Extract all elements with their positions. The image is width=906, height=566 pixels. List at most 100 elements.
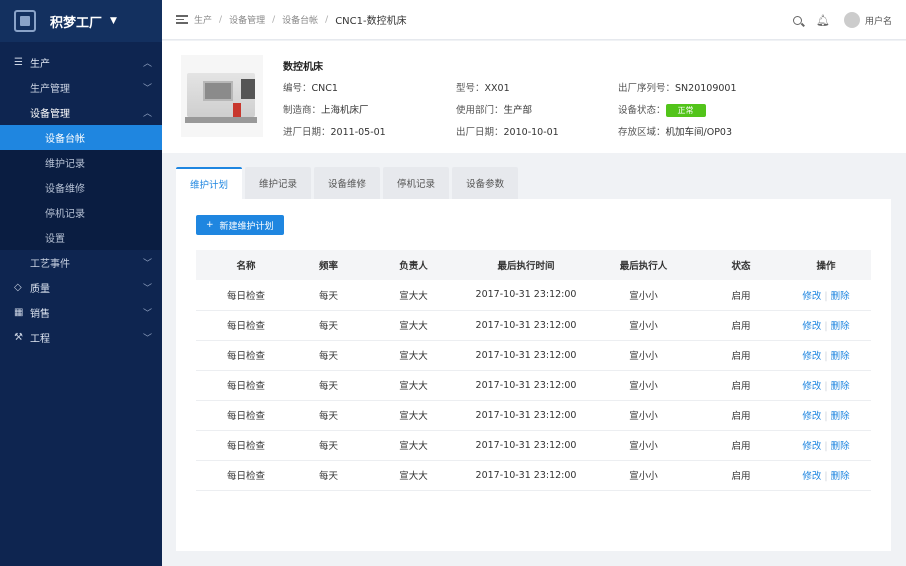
sidebar-sub-production-mgmt[interactable]: 生产管理 ﹀: [0, 75, 162, 100]
brand[interactable]: 积梦工厂 ▼: [0, 0, 162, 42]
edit-link[interactable]: 修改: [802, 351, 821, 362]
action-divider: |: [824, 351, 828, 362]
tab-maint-plan[interactable]: 维护计划: [176, 167, 243, 199]
sidebar-group-quality[interactable]: ◇ 质量 ﹀: [0, 275, 162, 300]
edit-link[interactable]: 修改: [802, 381, 821, 392]
breadcrumb-item[interactable]: 生产: [194, 13, 212, 26]
sidebar-group-label: 销售: [30, 309, 50, 320]
actions-cell: 修改 | 删除: [781, 430, 871, 461]
edit-link[interactable]: 修改: [802, 471, 821, 482]
tab-repair[interactable]: 设备维修: [314, 167, 381, 199]
tab-downtime[interactable]: 停机记录: [383, 167, 450, 199]
col-header: 最后执行时间: [466, 250, 586, 280]
actions-cell: 修改 | 删除: [781, 280, 871, 311]
sidebar-group-production[interactable]: ☰ 生产 ︿: [0, 50, 162, 75]
delete-link[interactable]: 删除: [831, 351, 850, 362]
table-row: 每日检查 每天 宣大大 2017-10-31 23:12:00 宣小小 启用 修改 | 删除: [196, 340, 871, 371]
username: 用户名: [864, 16, 892, 27]
delete-link[interactable]: 删除: [831, 411, 850, 422]
sidebar-item-repair[interactable]: 设备维修: [0, 175, 162, 200]
col-header: 最后执行人: [586, 250, 701, 280]
sidebar-group-engineering[interactable]: ⚒ 工程 ﹀: [0, 325, 162, 350]
actions-cell: 修改 | 删除: [781, 370, 871, 401]
table-cell: 宣大大: [361, 370, 466, 401]
breadcrumb-separator: /: [219, 14, 223, 25]
field-dept: 使用部门：生产部: [456, 102, 532, 116]
table-cell: 每天: [296, 280, 361, 311]
breadcrumb-item[interactable]: 设备台帐: [282, 13, 318, 26]
table-cell: 每天: [296, 430, 361, 461]
table-row: 每日检查 每天 宣大大 2017-10-31 23:12:00 宣小小 启用 修改 | 删除: [196, 430, 871, 461]
sidebar-sub-label: 生产管理: [30, 84, 70, 95]
table-cell: 宣小小: [586, 280, 701, 311]
sidebar-sub-label: 工艺事件: [30, 259, 70, 270]
plus-icon: +: [206, 220, 214, 230]
field-area: 存放区域：机加车间/OP03: [618, 124, 732, 138]
table-cell: 每天: [296, 400, 361, 431]
menu-toggle-icon[interactable]: [176, 13, 188, 26]
delete-link[interactable]: 删除: [831, 441, 850, 452]
tab-params[interactable]: 设备参数: [452, 167, 519, 199]
brand-name: 积梦工厂: [50, 15, 103, 31]
edit-link[interactable]: 修改: [802, 321, 821, 332]
col-header: 状态: [701, 250, 781, 280]
sidebar: 积梦工厂 ▼ ☰ 生产 ︿ 生产管理 ﹀ 设备管理 ︿ 设备台帐 维护记录 设备…: [0, 0, 162, 566]
caret-down-icon: ▼: [110, 16, 117, 26]
actions-cell: 修改 | 删除: [781, 340, 871, 371]
edit-link[interactable]: 修改: [802, 441, 821, 452]
user-menu[interactable]: 用户名: [843, 12, 892, 28]
table-cell: 每天: [296, 460, 361, 491]
sidebar-menu: ☰ 生产 ︿ 生产管理 ﹀ 设备管理 ︿ 设备台帐 维护记录 设备维修 停机记录…: [0, 42, 162, 350]
sidebar-item-ledger[interactable]: 设备台帐: [0, 125, 162, 150]
machine-image: [181, 55, 263, 137]
new-plan-button[interactable]: + 新建维护计划: [196, 215, 284, 235]
table-cell: 每日检查: [196, 460, 296, 491]
table-cell: 每日检查: [196, 400, 296, 431]
table-cell: 每日检查: [196, 340, 296, 371]
delete-link[interactable]: 删除: [831, 321, 850, 332]
delete-link[interactable]: 删除: [831, 291, 850, 302]
topbar: 生产 / 设备管理 / 设备台帐 / CNC1-数控机床 🔔︎ 用户名: [162, 0, 906, 40]
logo-icon: [14, 10, 36, 32]
actions-cell: 修改 | 删除: [781, 460, 871, 491]
table-cell: 2017-10-31 23:12:00: [466, 310, 586, 341]
tab-maint-records[interactable]: 维护记录: [245, 167, 312, 199]
search-icon[interactable]: [793, 15, 803, 25]
table-cell: 宣大大: [361, 310, 466, 341]
action-divider: |: [824, 321, 828, 332]
edit-link[interactable]: 修改: [802, 291, 821, 302]
actions-cell: 修改 | 删除: [781, 400, 871, 431]
sidebar-sub-process-events[interactable]: 工艺事件 ﹀: [0, 250, 162, 275]
delete-link[interactable]: 删除: [831, 381, 850, 392]
tab-bar: 维护计划 维护记录 设备维修 停机记录 设备参数: [176, 167, 519, 199]
actions-cell: 修改 | 删除: [781, 310, 871, 341]
table-cell: 启用: [701, 310, 781, 341]
table-cell: 每日检查: [196, 430, 296, 461]
sidebar-group-sales[interactable]: ▦ 销售 ﹀: [0, 300, 162, 325]
field-label: 出厂序列号：: [618, 83, 676, 94]
table-cell: 2017-10-31 23:12:00: [466, 280, 586, 311]
table-cell: 每日检查: [196, 370, 296, 401]
table-cell: 2017-10-31 23:12:00: [466, 430, 586, 461]
table-cell: 2017-10-31 23:12:00: [466, 400, 586, 431]
field-value: 2011-05-01: [330, 127, 386, 138]
col-header: 名称: [196, 250, 296, 280]
sidebar-group-label: 质量: [30, 284, 50, 295]
breadcrumb-item[interactable]: 设备管理: [229, 13, 265, 26]
field-label: 存放区域：: [618, 127, 666, 138]
table-cell: 宣小小: [586, 430, 701, 461]
edit-link[interactable]: 修改: [802, 411, 821, 422]
maint-plan-table: 名称 频率 负责人 最后执行时间 最后执行人 状态 操作 每日检查 每天 宣大大 20…: [196, 250, 871, 491]
bell-icon[interactable]: 🔔︎: [816, 14, 830, 27]
sidebar-item-maint-records[interactable]: 维护记录: [0, 150, 162, 175]
delete-link[interactable]: 删除: [831, 471, 850, 482]
table-cell: 宣小小: [586, 310, 701, 341]
new-plan-label: 新建维护计划: [219, 221, 274, 232]
sidebar-item-downtime[interactable]: 停机记录: [0, 200, 162, 225]
sidebar-item-settings[interactable]: 设置: [0, 225, 162, 250]
table-cell: 宣小小: [586, 370, 701, 401]
table-cell: 每天: [296, 310, 361, 341]
sidebar-sub-equipment-mgmt[interactable]: 设备管理 ︿: [0, 100, 162, 125]
table-row: 每日检查 每天 宣大大 2017-10-31 23:12:00 宣小小 启用 修改 | 删除: [196, 400, 871, 431]
table-row: 每日检查 每天 宣大大 2017-10-31 23:12:00 宣小小 启用 修改 | 删除: [196, 370, 871, 401]
